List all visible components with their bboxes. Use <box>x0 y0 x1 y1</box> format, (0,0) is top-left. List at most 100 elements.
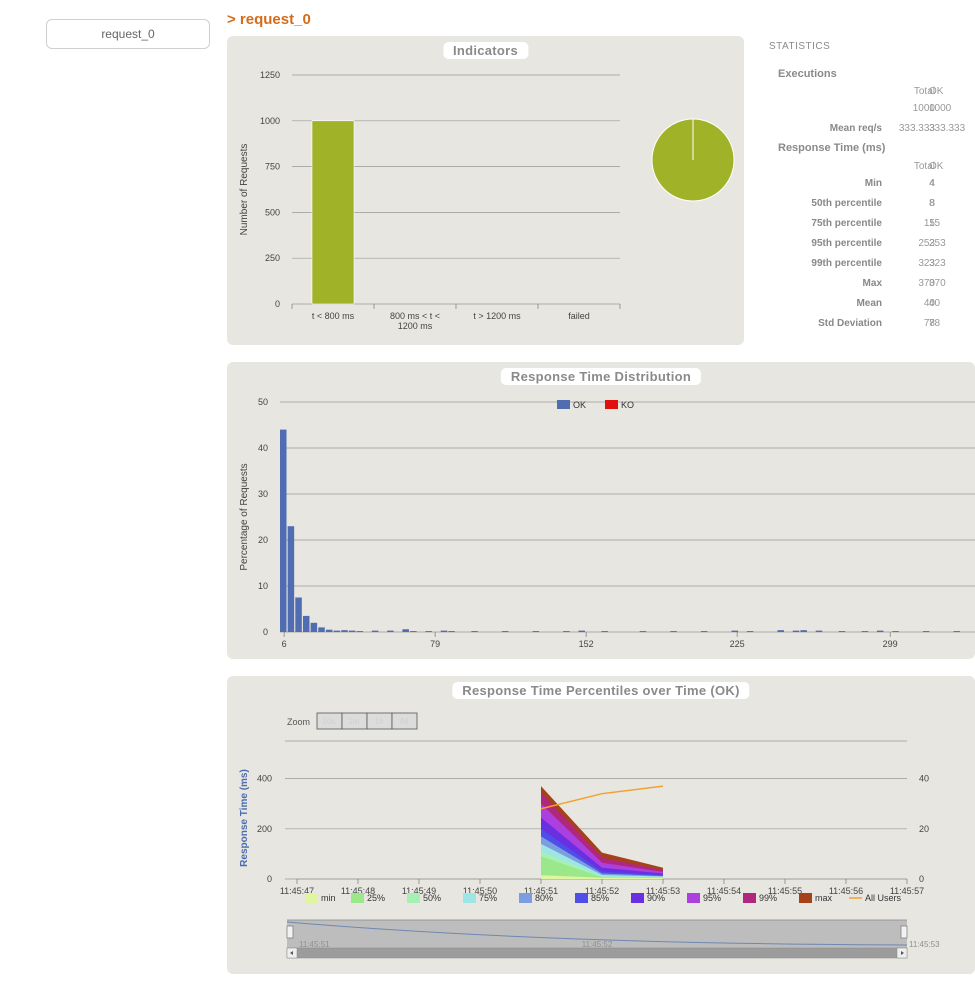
zoom-button-label: 10s <box>323 717 336 726</box>
distribution-bar <box>532 631 540 632</box>
bar-0 <box>311 120 355 305</box>
distribution-bar <box>501 631 509 632</box>
stats-row-ok: 370 <box>929 278 946 289</box>
distribution-bar <box>815 630 823 632</box>
stats-row-label: Std Deviation <box>818 318 882 329</box>
y-tick-label: 40 <box>258 443 268 453</box>
zoom-label: Zoom <box>287 717 310 727</box>
stats-row: Std Deviation 78 78 <box>742 318 975 332</box>
request-button[interactable]: request_0 <box>46 19 210 49</box>
legend-label-max: max <box>815 893 833 903</box>
distribution-bar <box>792 630 800 632</box>
distribution-bar <box>448 631 455 632</box>
distribution-bar <box>402 629 409 632</box>
stats-row-label: Max <box>862 278 882 289</box>
stats-row-ok: 1000 <box>929 103 952 114</box>
distribution-bar <box>356 631 364 632</box>
legend-swatch-85pct <box>575 893 588 903</box>
distribution-bar <box>876 630 884 632</box>
stats-row-ok: 15 <box>929 218 941 229</box>
stats-row: 1000 1000 <box>742 103 975 117</box>
distribution-bar <box>578 630 585 632</box>
percentiles-chart: Zoom 10s 1m 1h All 0 200 400 0 20 40 Response Time … <box>239 712 940 959</box>
distribution-bar <box>341 630 348 632</box>
legend-label-25pct: 25% <box>367 893 385 903</box>
stats-row: 99th percentile 323 323 <box>742 258 975 272</box>
distribution-bar <box>425 631 432 632</box>
navigator-left-handle[interactable] <box>286 925 294 939</box>
legend-swatch-ok <box>557 400 570 409</box>
x-tick-label: 6 <box>282 639 287 649</box>
distribution-bar <box>700 631 708 632</box>
legend-label-50pct: 50% <box>423 893 441 903</box>
navigator-start-label: 11:45:51 <box>299 940 330 949</box>
stats-row-label: 50th percentile <box>811 198 882 209</box>
right-y-tick-label: 20 <box>919 824 929 834</box>
stats-row: 50th percentile 8 8 <box>742 198 975 212</box>
distribution-bar <box>800 630 807 632</box>
statistics-table: STATISTICS Executions Total OK 1000 1000 Mea… <box>742 36 975 336</box>
y-tick-label: 20 <box>258 535 268 545</box>
stats-row: 75th percentile 15 15 <box>742 218 975 232</box>
x-tick-label: 800 ms < t < <box>390 311 440 321</box>
distribution-bar <box>348 630 356 632</box>
stats-row-ok: 253 <box>929 238 946 249</box>
executions-heading: Executions <box>778 68 837 80</box>
navigator-scrollbar[interactable] <box>286 947 908 959</box>
y-tick-label: 1000 <box>260 116 280 126</box>
distribution-bar <box>333 630 341 632</box>
navigator-right-handle[interactable] <box>900 925 908 939</box>
y-tick-label: 250 <box>265 253 280 263</box>
distribution-bar <box>777 630 784 632</box>
y-tick-label: 1250 <box>260 70 280 80</box>
y-tick-label: 750 <box>265 162 280 172</box>
percentiles-panel: Response Time Percentiles over Time (OK)… <box>227 676 975 974</box>
distribution-bar <box>639 631 647 632</box>
stats-row: 95th percentile 253 253 <box>742 238 975 252</box>
legend-swatch-min <box>305 893 318 903</box>
distribution-bar <box>471 631 478 632</box>
stats-column-header: Total OK <box>742 161 975 175</box>
distribution-bar <box>601 631 608 632</box>
right-y-tick-label: 40 <box>919 774 929 784</box>
zoom-button-label: 1m <box>348 717 359 726</box>
distribution-bar <box>280 429 287 632</box>
x-tick-label: 225 <box>730 639 745 649</box>
statistics-title: STATISTICS <box>769 41 831 52</box>
y-tick-label: 0 <box>275 299 280 309</box>
zoom-button-label: 1h <box>375 717 384 726</box>
y-tick-label: 0 <box>263 627 268 637</box>
distribution-bar <box>387 630 394 632</box>
legend-label-90pct: 90% <box>647 893 665 903</box>
stats-row-ok: 333.333 <box>929 123 966 134</box>
zoom-button-all[interactable]: All <box>391 712 418 730</box>
distribution-bar <box>861 631 869 632</box>
distribution-bar <box>302 615 310 632</box>
zoom-button-1h[interactable]: 1h <box>366 712 393 730</box>
distribution-bar <box>325 629 333 632</box>
legend-label-75pct: 75% <box>479 893 497 903</box>
y-tick-label: 0 <box>267 874 272 884</box>
y-tick-label: 50 <box>258 397 268 407</box>
stats-row-ok: 8 <box>929 198 935 209</box>
col-ok: OK <box>929 86 944 97</box>
stats-row: Min 4 4 <box>742 178 975 192</box>
zoom-button-1m[interactable]: 1m <box>341 712 368 730</box>
distribution-bar <box>310 622 318 632</box>
stats-row-ok: 323 <box>929 258 946 269</box>
stats-row: Mean 40 40 <box>742 298 975 312</box>
stats-row-label: Mean req/s <box>829 123 882 134</box>
zoom-button-10s[interactable]: 10s <box>316 712 343 730</box>
legend-swatch-75pct <box>463 893 476 903</box>
distribution-bar <box>295 597 302 632</box>
y-tick-label: 10 <box>258 581 268 591</box>
stats-row-ok: 40 <box>929 298 941 309</box>
right-y-tick-label: 0 <box>919 874 924 884</box>
indicators-chart: 0 250 500 750 1000 1250 Number of Requests t < … <box>239 70 735 331</box>
response-time-heading: Response Time (ms) <box>778 142 886 154</box>
distribution-bar <box>953 631 960 632</box>
legend-swatch-ko <box>605 400 618 409</box>
y-tick-label: 30 <box>258 489 268 499</box>
stats-row: Mean req/s 333.333 333.333 <box>742 123 975 137</box>
distribution-chart: 0 10 20 30 40 50 Percentage of Requests 6 79 152 2… <box>239 397 975 649</box>
